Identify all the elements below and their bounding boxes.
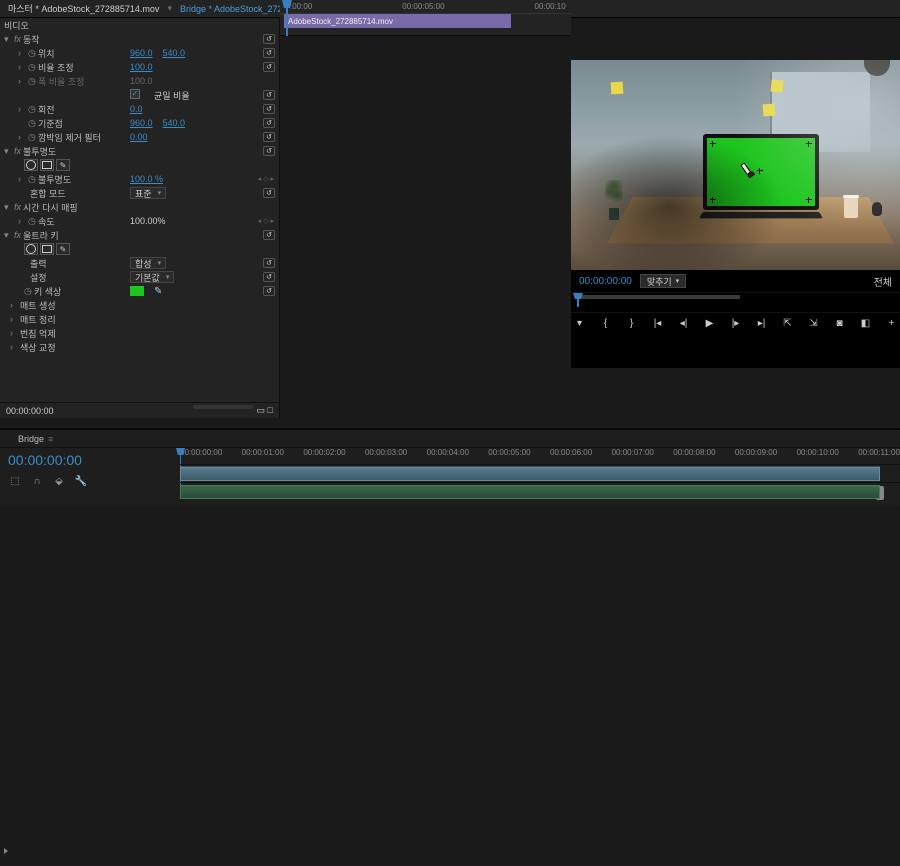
reset-icon[interactable]: ↺ xyxy=(263,34,275,44)
stopwatch-icon[interactable]: ◷ xyxy=(28,48,38,59)
zoom-slider[interactable] xyxy=(193,405,253,409)
fx-ultra-key[interactable]: ▾fx울트라 키↺ xyxy=(0,228,279,242)
prop-setting: 설정기본값↺ xyxy=(0,270,279,284)
mark-out-icon[interactable]: } xyxy=(624,317,640,331)
fx-opacity[interactable]: ▾fx불투명도↺ xyxy=(0,144,279,158)
timeline-timecode[interactable]: 00:00:00:00 xyxy=(8,452,172,468)
prop-matte-sup[interactable]: ›매트 정리 xyxy=(0,312,279,326)
full-label[interactable]: 전체 xyxy=(874,274,892,289)
export-frame-icon[interactable]: ◙ xyxy=(832,317,848,331)
sequence-tab[interactable]: Bridge≡ xyxy=(10,434,61,444)
prop-color-cor[interactable]: ›색상 교정 xyxy=(0,340,279,354)
audio-clip[interactable] xyxy=(180,485,880,499)
prop-scale-w: ›◷폭 비율 조정100.0 xyxy=(0,74,279,88)
lift-icon[interactable]: ⇱ xyxy=(780,317,796,331)
snap-icon[interactable]: ⬚ xyxy=(8,474,22,488)
program-timecode[interactable]: 00:00:00:00 xyxy=(579,276,632,287)
add-marker-icon[interactable]: ▾ xyxy=(572,317,588,331)
prop-position: ›◷위치960.0540.0↺ xyxy=(0,46,279,60)
keyframe-nav[interactable]: ◂◇▸ xyxy=(257,175,275,183)
fit-dropdown[interactable]: 맞추기 xyxy=(640,274,686,288)
play-icon[interactable] xyxy=(4,848,8,854)
video-clip[interactable] xyxy=(180,467,880,481)
source-clip[interactable]: AdobeStock_272885714.mov xyxy=(284,14,511,28)
eyedropper-icon[interactable]: ✎ xyxy=(154,286,162,297)
settings-btn-icon[interactable]: + xyxy=(884,317,900,331)
step-fwd-icon[interactable]: |▸ xyxy=(728,317,744,331)
uniform-checkbox[interactable] xyxy=(130,89,140,99)
prop-blend: 혼합 모드표준↺ xyxy=(0,186,279,200)
play-icon[interactable]: ▶ xyxy=(702,317,718,331)
output-dropdown[interactable]: 합성 xyxy=(130,257,166,269)
step-back-icon[interactable]: ◂| xyxy=(676,317,692,331)
ultra-masks xyxy=(0,242,279,256)
ruler-tick: 00:00:10 xyxy=(535,2,566,11)
timeline-panel: Bridge≡ 00:00:00:00 ⬚ ∩ ⬙ 🔧 00:00:00:000… xyxy=(0,428,900,506)
prop-matte-gen[interactable]: ›매트 생성 xyxy=(0,298,279,312)
program-scrub[interactable] xyxy=(571,292,900,312)
timeline-tracks[interactable] xyxy=(180,464,900,506)
mask-rect[interactable] xyxy=(40,159,54,171)
blend-dropdown[interactable]: 표준 xyxy=(130,187,166,199)
source-playhead[interactable] xyxy=(286,0,288,36)
program-controls: ▾ { } |◂ ◂| ▶ |▸ ▸| ⇱ ⇲ ◙ ◧ + xyxy=(571,312,900,334)
prop-rotation: ›◷회전0.0↺ xyxy=(0,102,279,116)
fx-motion[interactable]: ▾fx동작↺ xyxy=(0,32,279,46)
prop-opacity: ›◷불투명도100.0 %◂◇▸ xyxy=(0,172,279,186)
key-color-swatch[interactable] xyxy=(130,286,144,296)
extract-icon[interactable]: ⇲ xyxy=(806,317,822,331)
mask-ellipse[interactable] xyxy=(24,159,38,171)
fx-remap[interactable]: ▾fx시간 다시 매핑 xyxy=(0,200,279,214)
effect-controls-panel: 비디오 ▾fx동작↺ ›◷위치960.0540.0↺ ›◷비율 조정100.0↺… xyxy=(0,18,280,418)
prop-speed: ›◷속도100.00%◂◇▸ xyxy=(0,214,279,228)
settings-icon[interactable]: 🔧 xyxy=(74,474,88,488)
effect-tc: 00:00:00:00 ▭ □ xyxy=(0,402,279,418)
program-viewport[interactable] xyxy=(571,60,900,270)
link-icon[interactable]: ∩ xyxy=(30,474,44,488)
prop-key-color: ◷키 색상✎↺ xyxy=(0,284,279,298)
prop-uniform: 균일 비율↺ xyxy=(0,88,279,102)
ruler-tick: 00:00:05:00 xyxy=(402,2,444,11)
marker-icon[interactable]: ⬙ xyxy=(52,474,66,488)
ruler-tick: :00:00 xyxy=(290,2,312,11)
source-timeline: :00:00 00:00:05:00 00:00:10 AdobeStock_2… xyxy=(280,0,571,36)
prop-anchor: ◷기준점960.0540.0↺ xyxy=(0,116,279,130)
prop-output: 출력합성↺ xyxy=(0,256,279,270)
prop-scale: ›◷비율 조정100.0↺ xyxy=(0,60,279,74)
prop-spill[interactable]: ›번짐 억제 xyxy=(0,326,279,340)
tab-master[interactable]: 마스터 * AdobeStock_272885714.mov xyxy=(0,0,167,18)
wrench-icon[interactable]: ▭ □ xyxy=(257,405,273,416)
go-out-icon[interactable]: ▸| xyxy=(754,317,770,331)
prop-flicker: ›◷깜박임 제거 필터0.00↺ xyxy=(0,130,279,144)
program-monitor: 00:00:00:00 맞추기 전체 ▾ { } |◂ ◂| ▶ |▸ ▸| ⇱… xyxy=(571,60,900,368)
compare-icon[interactable]: ◧ xyxy=(858,317,874,331)
setting-dropdown[interactable]: 기본값 xyxy=(130,271,174,283)
go-in-icon[interactable]: |◂ xyxy=(650,317,666,331)
source-ruler[interactable]: :00:00 00:00:05:00 00:00:10 xyxy=(280,0,571,14)
opacity-masks xyxy=(0,158,279,172)
mark-in-icon[interactable]: { xyxy=(598,317,614,331)
video-header: 비디오 xyxy=(0,18,279,32)
mask-pen[interactable] xyxy=(56,159,70,171)
program-tc-row: 00:00:00:00 맞추기 전체 xyxy=(571,270,900,292)
timeline-ruler[interactable]: 00:00:00:0000:00:01:0000:00:02:0000:00:0… xyxy=(180,448,900,464)
